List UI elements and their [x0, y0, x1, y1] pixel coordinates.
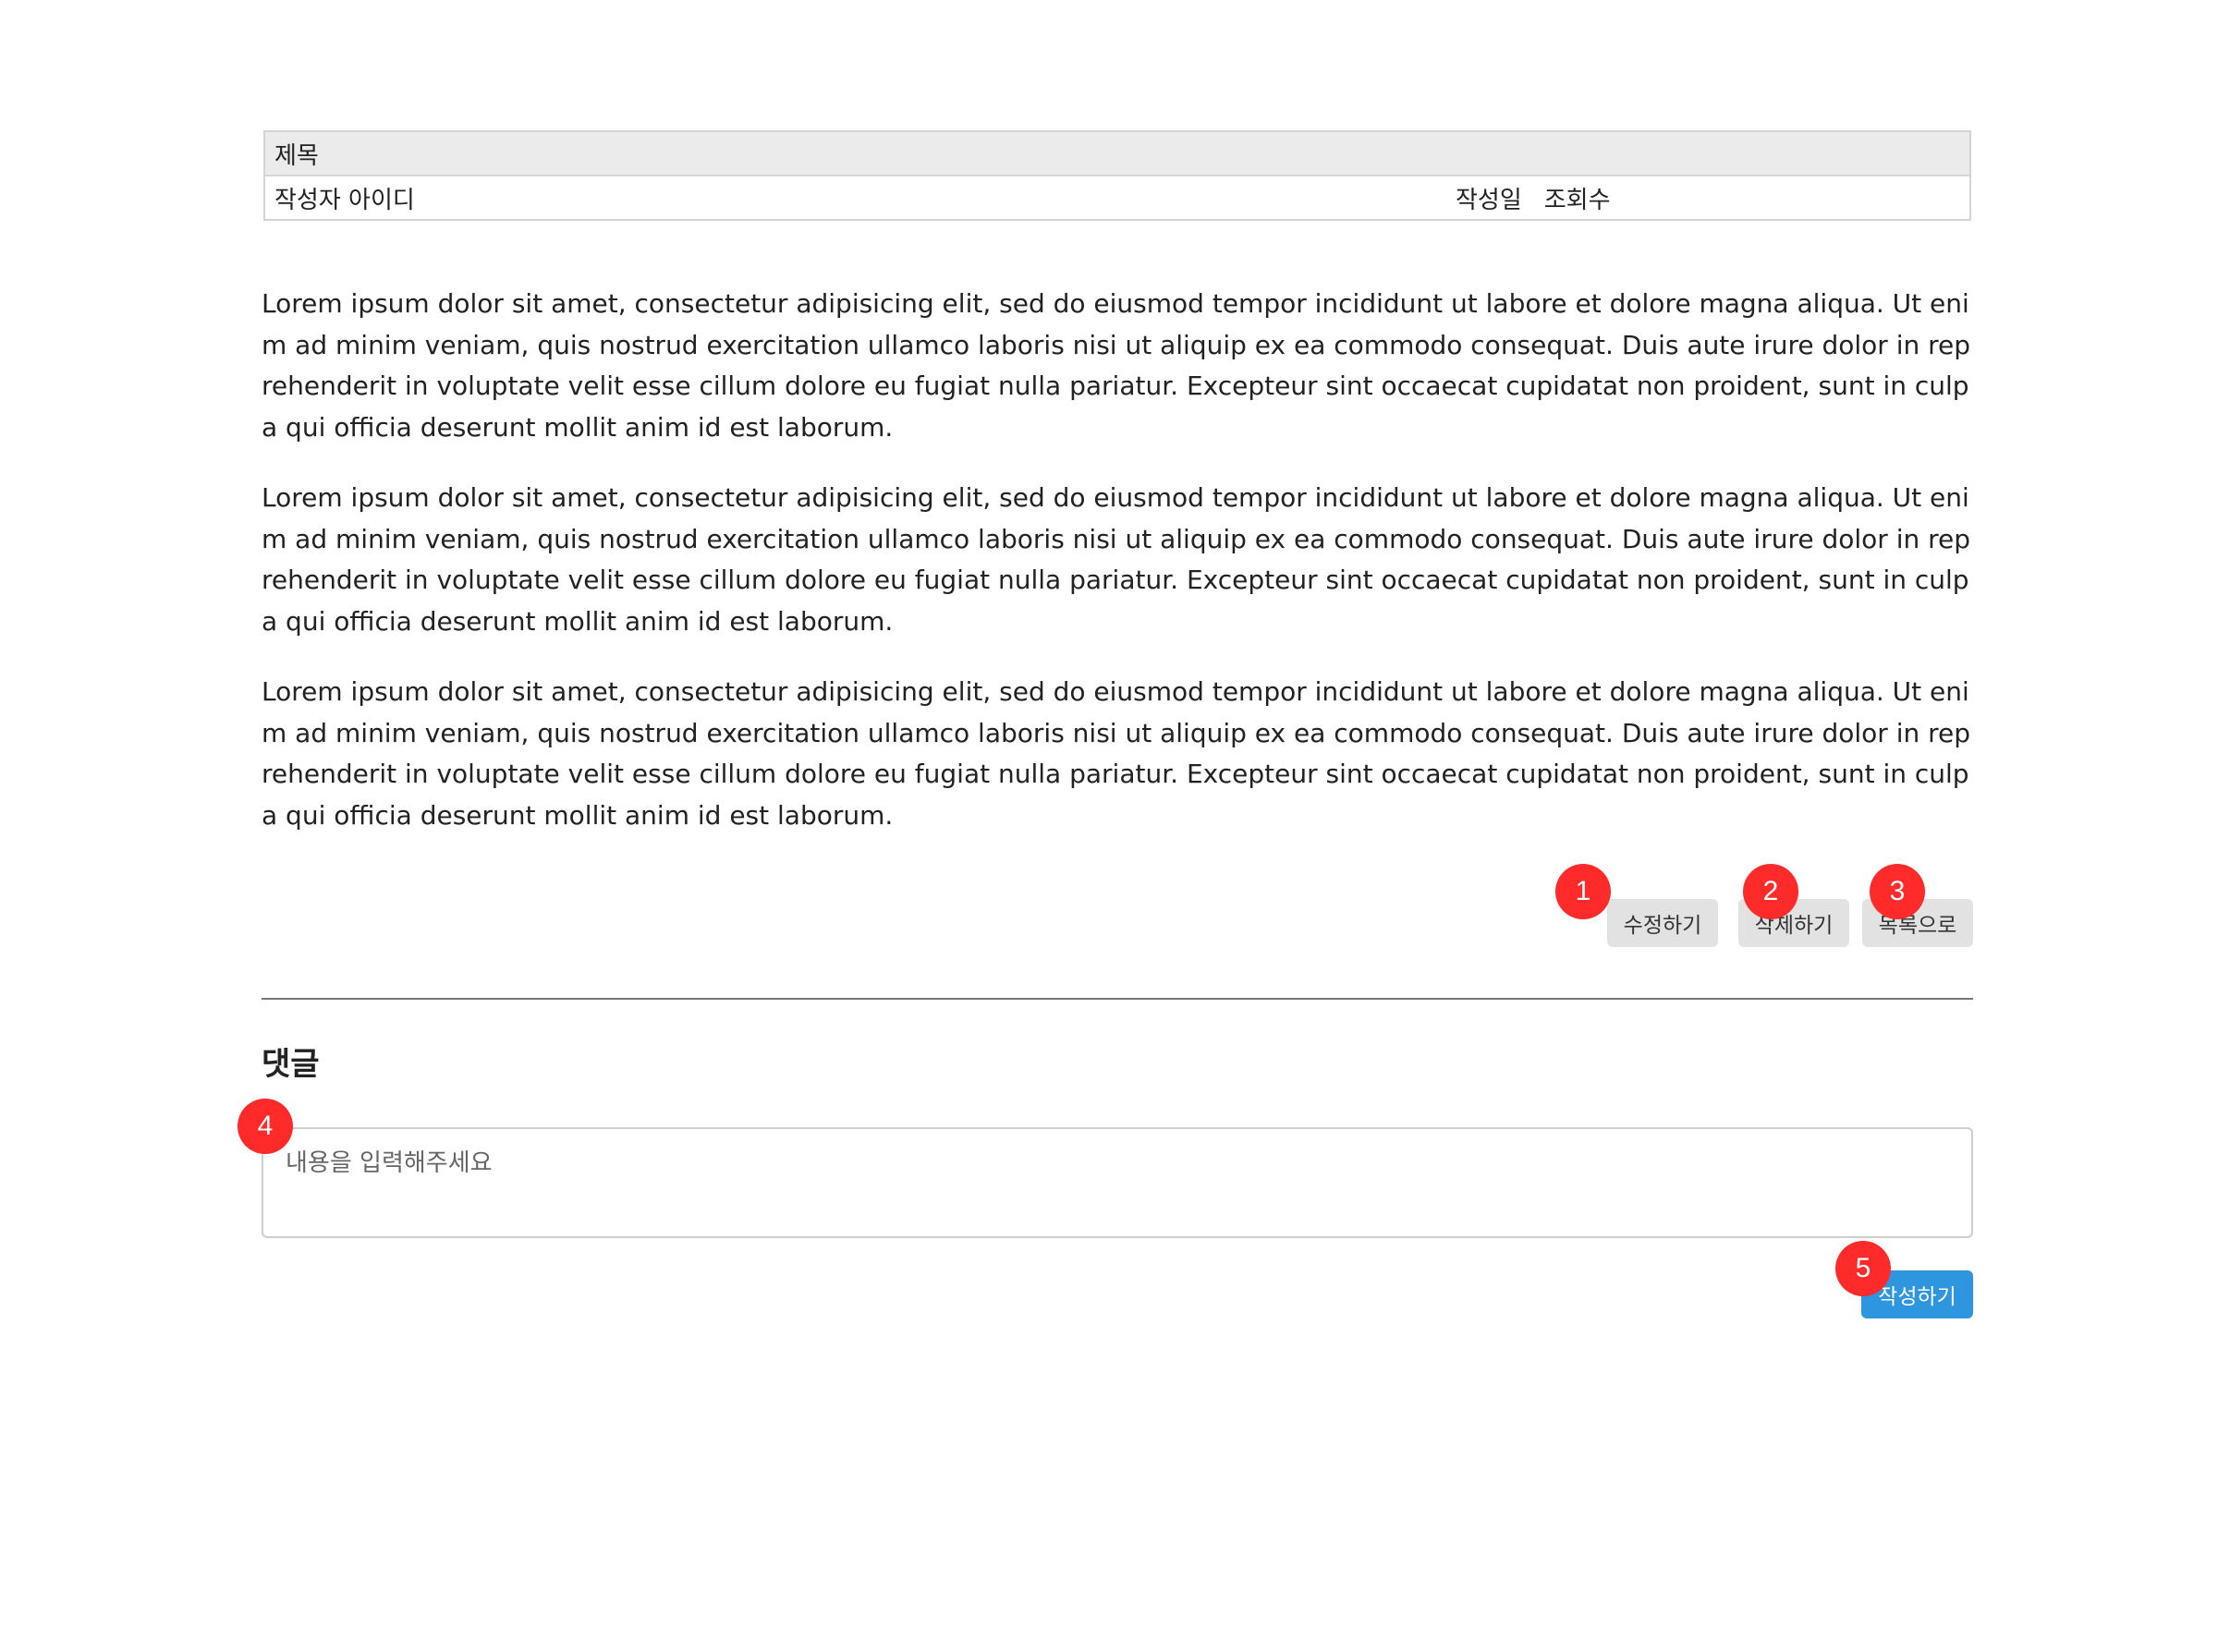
post-views: 조회수	[1543, 186, 1611, 214]
post-date: 작성일	[1456, 186, 1522, 214]
annotation-badge-5: 5	[1835, 1241, 1891, 1296]
comment-section: 댓글 4 작성하기 5	[238, 1042, 1973, 1318]
post-title-row: 제목	[265, 132, 1969, 176]
edit-button[interactable]: 수정하기	[1607, 899, 1718, 947]
section-divider	[262, 998, 1973, 1000]
post-container: 제목 작성자 아이디 작성일 조회수 Lorem ipsum dolor sit…	[262, 130, 1973, 973]
post-paragraph: Lorem ipsum dolor sit amet, consectetur …	[262, 676, 1971, 831]
annotation-badge-2: 2	[1743, 864, 1798, 919]
post-meta-row: 작성자 아이디 작성일 조회수	[265, 176, 1969, 219]
comment-input[interactable]	[262, 1127, 1973, 1238]
post-author: 작성자 아이디	[274, 186, 415, 214]
post-paragraph: Lorem ipsum dolor sit amet, consectetur …	[262, 482, 1971, 637]
comment-section-title: 댓글	[262, 1046, 320, 1083]
annotation-badge-3: 3	[1870, 864, 1925, 919]
annotation-badge-4: 4	[238, 1099, 293, 1154]
post-header: 제목 작성자 아이디 작성일 조회수	[263, 130, 1971, 221]
post-content: Lorem ipsum dolor sit amet, consectetur …	[262, 284, 1973, 836]
post-action-buttons: 1 수정하기 2 삭제하기 3 목록으로	[262, 862, 1973, 973]
post-paragraph: Lorem ipsum dolor sit amet, consectetur …	[262, 288, 1971, 443]
post-title: 제목	[274, 141, 319, 170]
annotation-badge-1: 1	[1555, 864, 1611, 919]
post-meta-right: 작성일 조회수	[1456, 176, 1611, 219]
